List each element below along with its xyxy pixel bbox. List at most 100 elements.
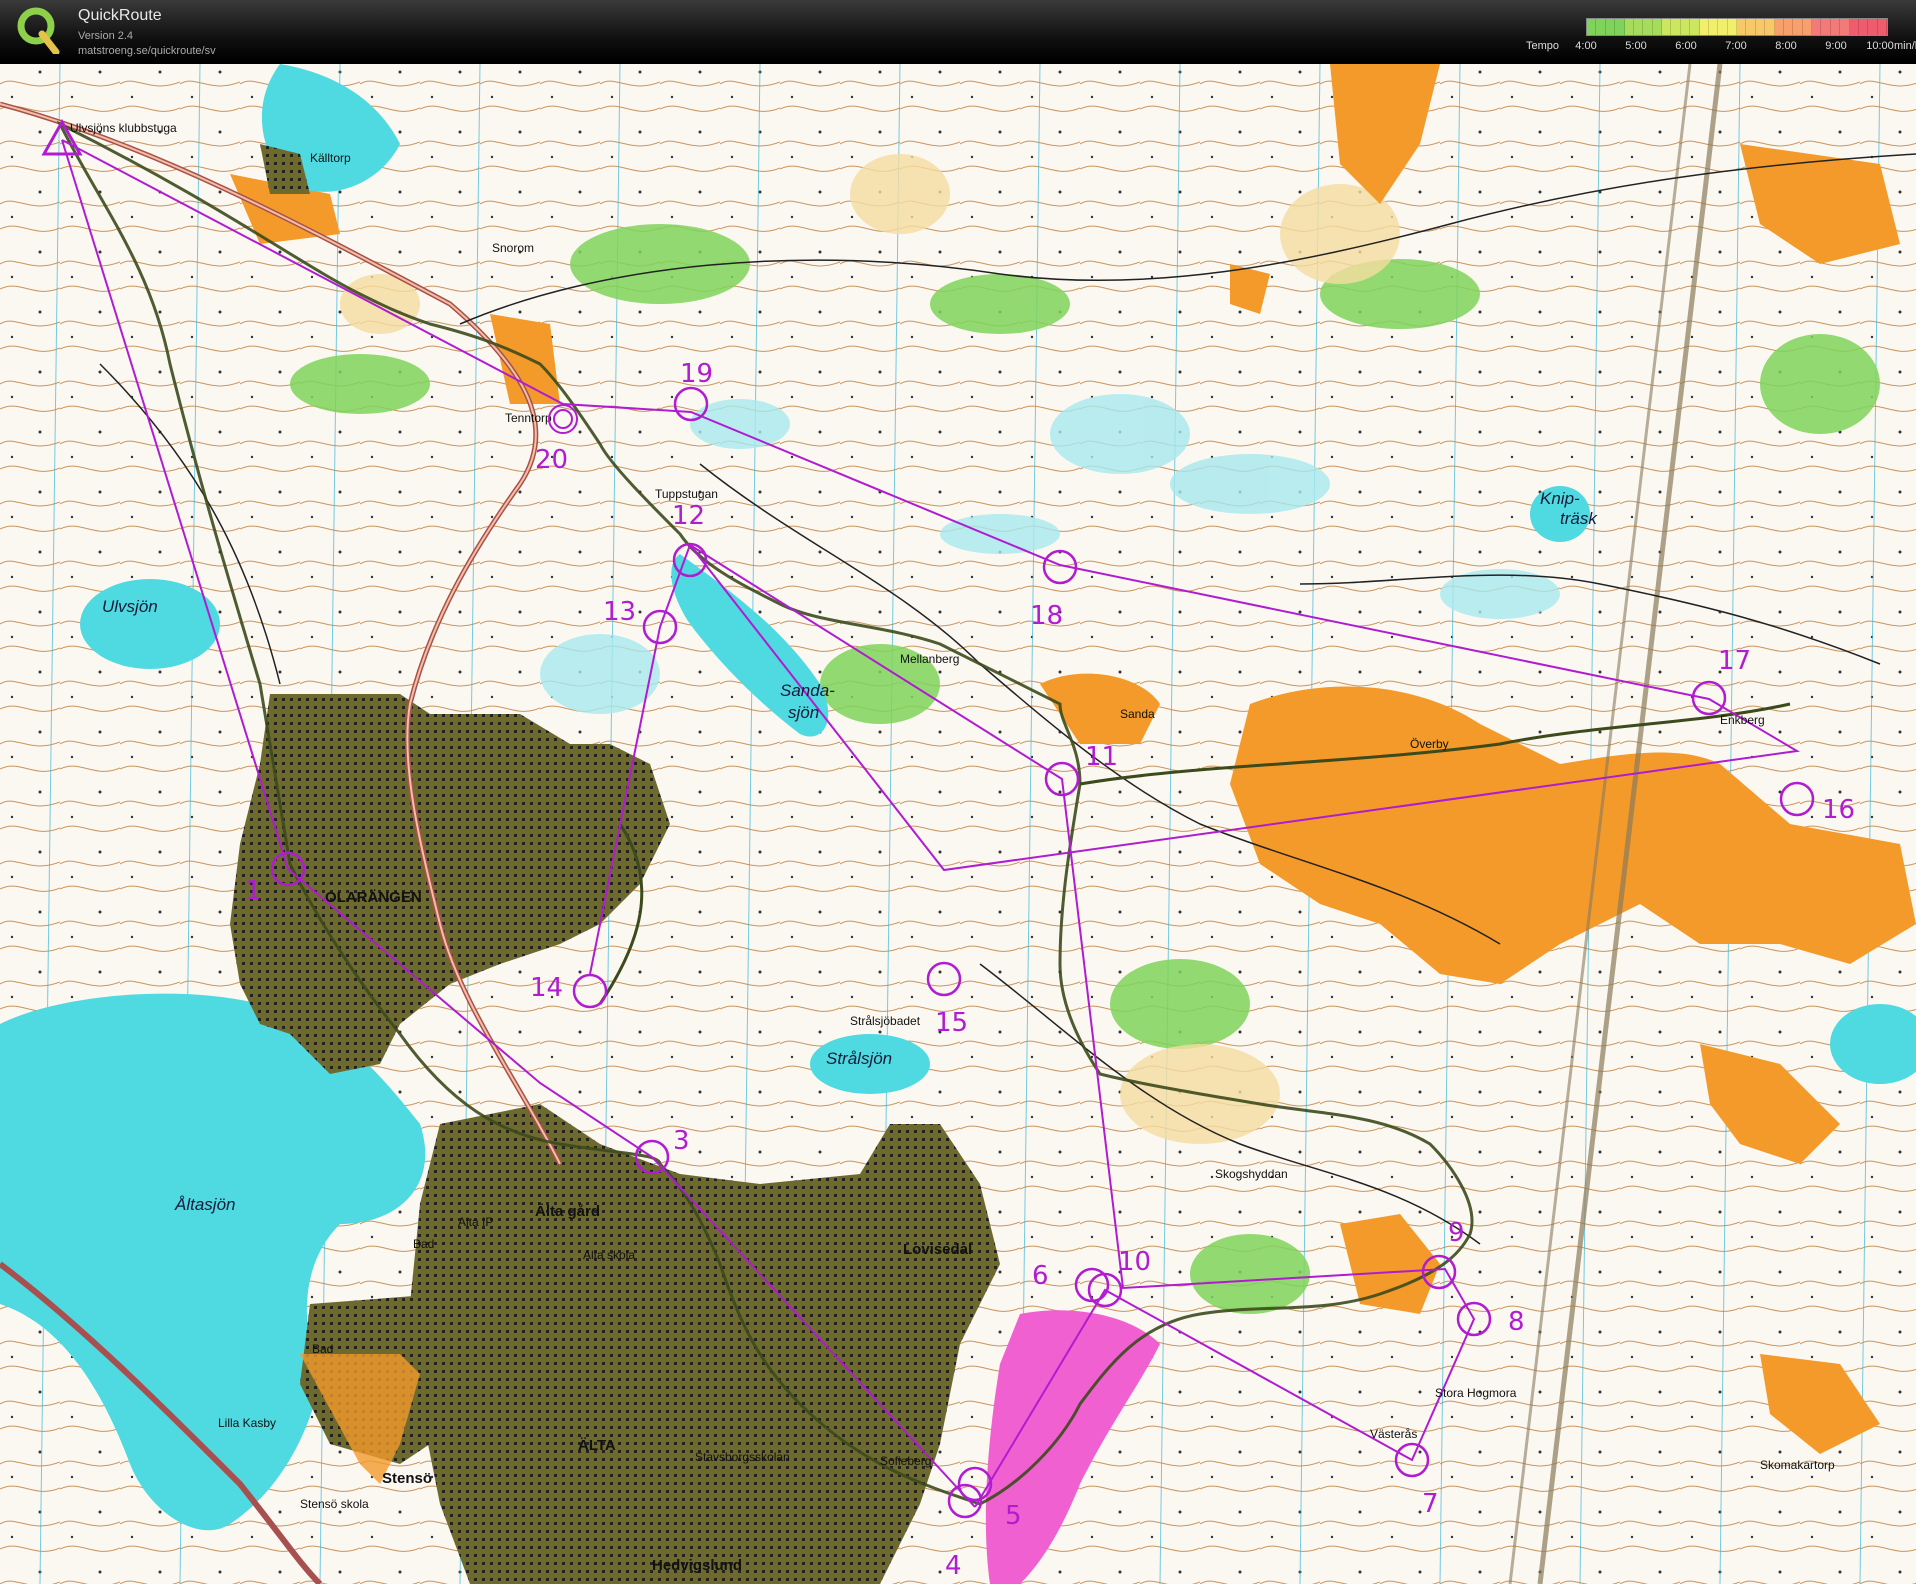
control-number: 20 bbox=[535, 445, 568, 475]
app-url: matstroeng.se/quickroute/sv bbox=[78, 45, 216, 57]
area-label: ÄLTA bbox=[578, 1437, 616, 1454]
area-label: Lovisedal bbox=[903, 1241, 972, 1258]
legend-swatch bbox=[1877, 19, 1887, 35]
control-number: 15 bbox=[935, 1008, 968, 1038]
legend-swatch bbox=[1746, 19, 1756, 35]
lake-label: sjön bbox=[788, 703, 819, 722]
legend-swatch bbox=[1774, 19, 1784, 35]
legend-tick: 10:00 bbox=[1866, 40, 1894, 52]
control-number: 18 bbox=[1030, 601, 1063, 631]
place-label: Sofieberg bbox=[880, 1454, 931, 1468]
place-label: Stavsborgsskolan bbox=[695, 1450, 790, 1464]
legend-swatch bbox=[1858, 19, 1869, 35]
place-label: Lilla Kasby bbox=[218, 1416, 276, 1430]
lake-label: Sanda- bbox=[780, 681, 835, 700]
place-label: Skogshyddan bbox=[1215, 1167, 1288, 1181]
legend-swatch bbox=[1624, 19, 1634, 35]
legend-swatch bbox=[1727, 19, 1737, 35]
legend-tick: 8:00 bbox=[1775, 40, 1797, 52]
legend-title: Tempo bbox=[1526, 40, 1560, 52]
legend-swatch bbox=[1643, 19, 1653, 35]
legend-swatch bbox=[1840, 19, 1850, 35]
place-label: Snorom bbox=[492, 241, 534, 255]
legend-tick: 5:00 bbox=[1625, 40, 1647, 52]
control-number: 12 bbox=[672, 501, 705, 531]
app-version: Version 2.4 bbox=[78, 30, 134, 42]
legend-tick: 7:00 bbox=[1725, 40, 1747, 52]
control-number: 4 bbox=[945, 1551, 962, 1581]
legend-swatch bbox=[1830, 19, 1841, 35]
legend-swatch bbox=[1671, 19, 1681, 35]
legend-swatch bbox=[1605, 19, 1616, 35]
legend-tick: 9:00 bbox=[1825, 40, 1847, 52]
area-label: Älta gård bbox=[535, 1203, 600, 1220]
legend-swatch bbox=[1680, 19, 1691, 35]
legend-swatch bbox=[1868, 19, 1878, 35]
place-label: Mellanberg bbox=[900, 652, 959, 666]
control-number: 3 bbox=[673, 1126, 690, 1156]
legend-swatch bbox=[1699, 19, 1709, 35]
place-label: Bad bbox=[312, 1342, 333, 1356]
control[interactable]: 20 bbox=[535, 445, 568, 475]
legend-swatch bbox=[1633, 19, 1644, 35]
app-name: QuickRoute bbox=[78, 7, 162, 24]
lake-label: Ulvsjön bbox=[102, 597, 158, 616]
place-label: Alta IP bbox=[458, 1215, 493, 1229]
legend-swatch bbox=[1765, 19, 1775, 35]
place-label: Källtorp bbox=[310, 151, 351, 165]
legend-swatch bbox=[1615, 19, 1625, 35]
place-label: Stensö skola bbox=[300, 1497, 369, 1511]
control-number: 16 bbox=[1822, 795, 1855, 825]
place-label: Alta skola bbox=[583, 1248, 635, 1262]
legend-swatch bbox=[1755, 19, 1766, 35]
legend-swatch bbox=[1690, 19, 1700, 35]
control-number: 17 bbox=[1718, 646, 1751, 676]
legend-tick: 4:00 bbox=[1575, 40, 1597, 52]
control-number: 5 bbox=[1005, 1501, 1022, 1531]
legend-swatch bbox=[1849, 19, 1859, 35]
place-label: Sanda bbox=[1120, 707, 1155, 721]
quickroute-logo bbox=[17, 7, 60, 54]
control-number: 9 bbox=[1448, 1218, 1465, 1248]
place-label: Skomakartorp bbox=[1760, 1458, 1835, 1472]
legend-swatch bbox=[1783, 19, 1794, 35]
control-number: 1 bbox=[245, 876, 262, 906]
area-label: Hedvigslund bbox=[652, 1557, 742, 1574]
control-number: 13 bbox=[603, 597, 636, 627]
control-number: 8 bbox=[1508, 1307, 1525, 1337]
area-label: Stensö bbox=[382, 1470, 432, 1487]
legend-swatch bbox=[1812, 19, 1822, 35]
pace-gradient-bar bbox=[1586, 18, 1888, 36]
place-label: Strålsjöbadet bbox=[850, 1014, 921, 1028]
place-label: Enkberg bbox=[1720, 713, 1765, 727]
control-number: 14 bbox=[530, 973, 563, 1003]
place-label: Ulvsjöns klubbstuga bbox=[70, 121, 177, 135]
place-label: Tuppstugan bbox=[655, 487, 718, 501]
area-label: OLARÄNGEN bbox=[325, 889, 422, 906]
orienteering-map[interactable]: Källtorp Snorom Tenntorp Tuppstugan Mell… bbox=[0, 64, 1916, 1584]
legend-swatch bbox=[1802, 19, 1812, 35]
legend-tick: 6:00 bbox=[1675, 40, 1697, 52]
legend-swatch bbox=[1821, 19, 1831, 35]
place-label: Stora Hogmora bbox=[1435, 1386, 1517, 1400]
pace-legend: Tempo 4:00 5:00 6:00 7:00 8:00 9:00 10:0… bbox=[1486, 0, 1916, 64]
control-number: 19 bbox=[680, 359, 713, 389]
legend-swatch bbox=[1662, 19, 1672, 35]
legend-swatch bbox=[1652, 19, 1662, 35]
legend-swatch bbox=[1708, 19, 1719, 35]
control-number: 10 bbox=[1118, 1247, 1151, 1277]
place-label: Tenntorp bbox=[505, 411, 552, 425]
lake-label: Knip- bbox=[1540, 489, 1580, 508]
lake-label: Strålsjön bbox=[826, 1049, 892, 1068]
place-label: Överby bbox=[1410, 737, 1449, 751]
legend-unit: min/km bbox=[1894, 40, 1916, 52]
legend-swatch bbox=[1596, 19, 1606, 35]
place-label: Västerås bbox=[1370, 1427, 1417, 1441]
place-label: Bad bbox=[413, 1237, 434, 1251]
legend-swatch bbox=[1737, 19, 1747, 35]
control-number: 7 bbox=[1422, 1489, 1439, 1519]
legend-swatch bbox=[1793, 19, 1803, 35]
lake-label: Åltasjön bbox=[174, 1195, 235, 1214]
legend-swatch bbox=[1587, 19, 1597, 35]
control-number: 11 bbox=[1085, 742, 1118, 772]
